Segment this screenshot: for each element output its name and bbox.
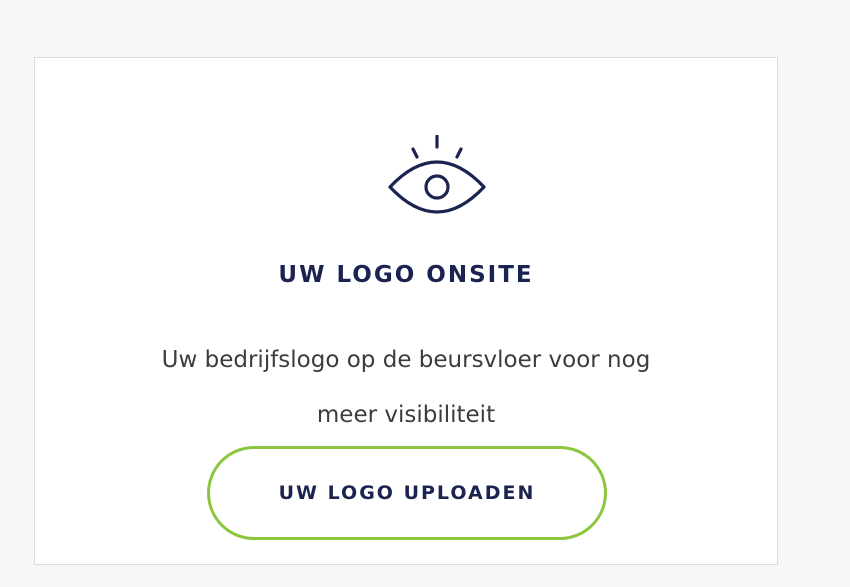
description-line-1: Uw bedrijfslogo op de beursvloer voor no…: [161, 347, 651, 373]
card-title: UW LOGO ONSITE: [278, 262, 534, 288]
logo-onsite-card: UW LOGO ONSITE Uw bedrijfslogo op de beu…: [34, 57, 778, 565]
card-description: Uw bedrijfslogo op de beursvloer voor no…: [35, 333, 777, 443]
upload-logo-button-label: UW LOGO UPLOADEN: [278, 482, 536, 504]
upload-logo-button[interactable]: UW LOGO UPLOADEN: [207, 446, 607, 540]
description-line-2: meer visibiliteit: [316, 402, 496, 428]
eye-icon: [387, 135, 487, 217]
